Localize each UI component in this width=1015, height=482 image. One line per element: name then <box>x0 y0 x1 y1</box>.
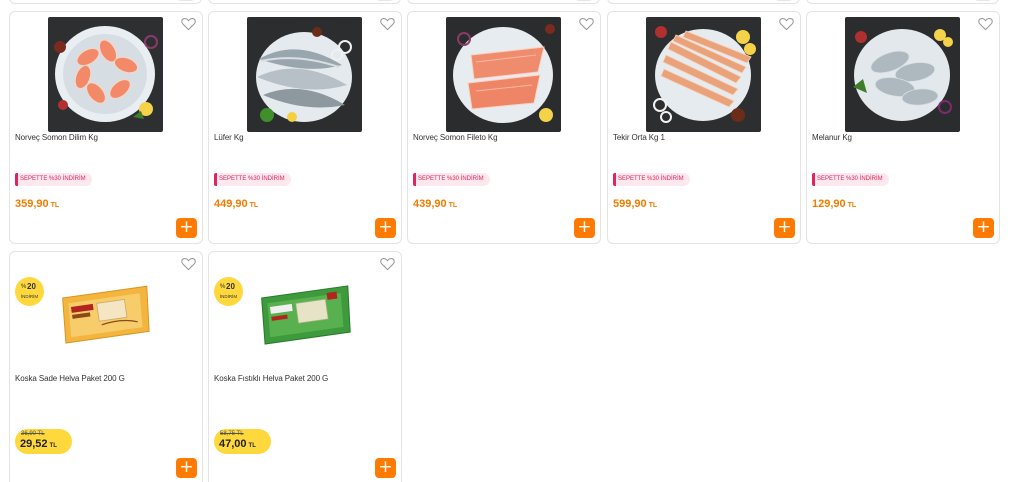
discounted-price-pill: 58,75 TL 47,00 TL <box>214 429 271 454</box>
heart-icon[interactable] <box>181 17 196 31</box>
price-value: 599,90 <box>613 198 647 210</box>
product-card[interactable]: % 20 İNDİRİM Koska Fıstıklı Helva Paket … <box>208 251 402 482</box>
discount-badge: % 20 İNDİRİM <box>15 277 44 306</box>
promo-badge: SEPETTE %30 İNDİRİM <box>812 173 889 186</box>
product-image-salmon-fillet[interactable] <box>446 17 561 132</box>
product-image-salmon-steaks[interactable] <box>48 17 163 132</box>
product-price: 439,90 TL <box>413 198 457 210</box>
product-name[interactable]: Melanur Kg <box>812 133 852 142</box>
previous-product-card <box>806 0 999 4</box>
currency: TL <box>648 202 658 209</box>
discount-badge: % 20 İNDİRİM <box>214 277 243 306</box>
product-name[interactable]: Koska Sade Helva Paket 200 G <box>15 374 125 383</box>
price-value: 359,90 <box>15 198 49 210</box>
currency: TL <box>49 443 57 449</box>
product-card[interactable]: Lüfer Kg SEPETTE %30 İNDİRİM 449,90 TL + <box>208 11 402 244</box>
discount-value: 20 <box>27 282 36 291</box>
product-image-bluefish[interactable] <box>247 17 362 132</box>
promo-badge: SEPETTE %30 İNDİRİM <box>15 173 92 186</box>
previous-row <box>0 0 1015 6</box>
heart-icon[interactable] <box>579 17 594 31</box>
previous-product-card <box>407 0 600 4</box>
heart-icon[interactable] <box>779 17 794 31</box>
product-price: 449,90 TL <box>214 198 258 210</box>
add-to-cart-button[interactable]: + <box>574 218 595 238</box>
product-name[interactable]: Koska Fıstıklı Helva Paket 200 G <box>214 374 328 383</box>
promo-badge: SEPETTE %30 İNDİRİM <box>214 173 291 186</box>
product-name[interactable]: Norveç Somon Dilim Kg <box>15 133 98 142</box>
product-price: 47,00 TL <box>219 438 256 450</box>
currency: TL <box>448 202 458 209</box>
add-to-cart-button[interactable]: + <box>774 218 795 238</box>
currency: TL <box>50 202 60 209</box>
product-name[interactable]: Tekir Orta Kg 1 <box>613 133 665 142</box>
product-card[interactable]: Norveç Somon Fileto Kg SEPETTE %30 İNDİR… <box>407 11 601 244</box>
heart-icon[interactable] <box>978 17 993 31</box>
promo-badge: SEPETTE %30 İNDİRİM <box>613 173 690 186</box>
product-card[interactable]: Norveç Somon Dilim Kg SEPETTE %30 İNDİRİ… <box>9 11 203 244</box>
product-image-saddled-bream[interactable] <box>845 17 960 132</box>
product-name[interactable]: Lüfer Kg <box>214 133 244 142</box>
product-price: 359,90 TL <box>15 198 59 210</box>
old-price: 58,75 TL <box>220 431 244 437</box>
add-to-cart-button[interactable]: + <box>973 218 994 238</box>
product-price: 29,52 TL <box>20 438 57 450</box>
product-image-red-mullet[interactable] <box>646 17 761 132</box>
old-price: 36,90 TL <box>21 431 45 437</box>
product-price: 599,90 TL <box>613 198 657 210</box>
price-value: 449,90 <box>214 198 248 210</box>
price-value: 439,90 <box>413 198 447 210</box>
heart-icon[interactable] <box>380 17 395 31</box>
product-image-plain-halva[interactable] <box>10 252 202 367</box>
product-card[interactable]: % 20 İNDİRİM Koska Sade Helva Paket 200 … <box>9 251 203 482</box>
discount-value: 20 <box>226 282 235 291</box>
product-image-pistachio-halva[interactable] <box>209 252 401 367</box>
currency: TL <box>248 443 256 449</box>
price-value: 129,90 <box>812 198 846 210</box>
previous-product-card <box>9 0 202 4</box>
discount-prefix: % <box>220 284 226 290</box>
previous-product-card <box>607 0 800 4</box>
currency: TL <box>249 202 259 209</box>
product-card[interactable]: Tekir Orta Kg 1 SEPETTE %30 İNDİRİM 599,… <box>607 11 801 244</box>
add-to-cart-button[interactable]: + <box>176 218 197 238</box>
previous-product-card <box>208 0 401 4</box>
currency: TL <box>847 202 857 209</box>
add-to-cart-button[interactable]: + <box>176 458 197 478</box>
add-to-cart-button[interactable]: + <box>375 458 396 478</box>
product-card[interactable]: Melanur Kg SEPETTE %30 İNDİRİM 129,90 TL … <box>806 11 1000 244</box>
product-price: 129,90 TL <box>812 198 856 210</box>
discounted-price-pill: 36,90 TL 29,52 TL <box>15 429 72 454</box>
discount-prefix: % <box>21 284 27 290</box>
discount-label: İNDİRİM <box>219 294 238 299</box>
product-name[interactable]: Norveç Somon Fileto Kg <box>413 133 498 142</box>
price-value: 47,00 <box>219 438 247 450</box>
add-to-cart-button[interactable]: + <box>375 218 396 238</box>
discount-label: İNDİRİM <box>20 294 39 299</box>
price-value: 29,52 <box>20 438 48 450</box>
promo-badge: SEPETTE %30 İNDİRİM <box>413 173 490 186</box>
